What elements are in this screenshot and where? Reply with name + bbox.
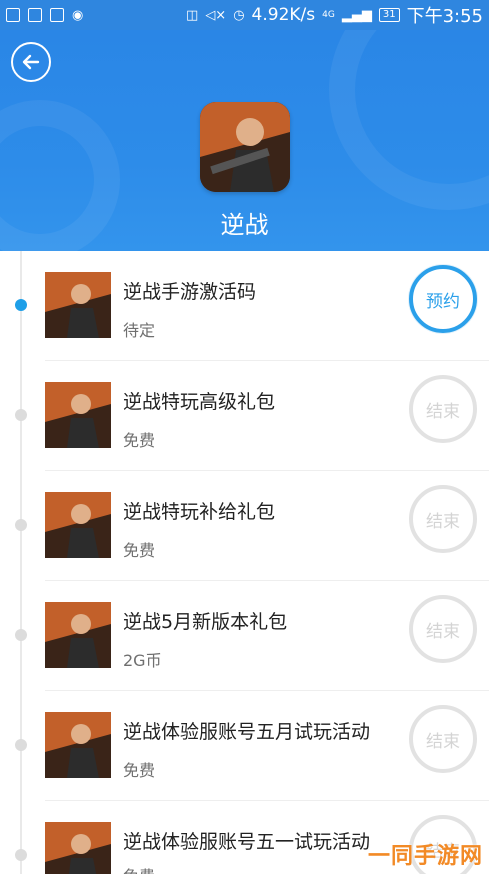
timeline-dot — [15, 739, 27, 751]
mute-icon: ◁× — [205, 7, 227, 23]
gift-title: 逆战特玩补给礼包 — [123, 501, 276, 523]
gift-title: 逆战5月新版本礼包 — [123, 611, 288, 633]
gallery-icon — [6, 8, 20, 22]
ended-button[interactable]: 结束 — [409, 485, 477, 553]
timeline-dot — [15, 409, 27, 421]
screen: ◉ ◫ ◁× ◷ 4.92K/s 4G ▂▄▆ 31 下午3:55 逆战 逆战手… — [0, 0, 489, 874]
gift-title: 逆战体验服账号五一试玩活动 — [123, 831, 371, 853]
arrow-left-icon — [22, 54, 40, 70]
timeline-dot — [15, 849, 27, 861]
ended-button[interactable]: 结束 — [409, 375, 477, 443]
game-header: 逆战 — [0, 30, 489, 251]
list-item[interactable]: 逆战特玩高级礼包 免费 结束 — [0, 361, 489, 471]
reserve-button[interactable]: 预约 — [409, 265, 477, 333]
game-icon — [200, 102, 290, 192]
gift-list: 逆战手游激活码 待定 预约 逆战特玩高级礼包 免费 结束 逆战特玩补给礼包 免费… — [0, 251, 489, 874]
signal-icon: ▂▄▆ — [341, 7, 372, 23]
gift-subtitle: 免费 — [123, 541, 156, 560]
download-icon — [28, 8, 42, 22]
battery-indicator: 31 — [378, 8, 400, 22]
network-type: 4G — [322, 10, 335, 20]
timeline-dot — [15, 629, 27, 641]
ended-button[interactable]: 结束 — [409, 705, 477, 773]
timeline-dot — [15, 299, 27, 311]
gift-subtitle: 免费 — [123, 761, 156, 780]
back-button[interactable] — [11, 42, 51, 82]
timeline-dot — [15, 519, 27, 531]
list-item[interactable]: 逆战体验服账号五月试玩活动 免费 结束 — [0, 691, 489, 801]
network-speed: 4.92K/s — [251, 5, 316, 25]
gift-thumbnail — [45, 712, 111, 778]
status-bar: ◉ ◫ ◁× ◷ 4.92K/s 4G ▂▄▆ 31 下午3:55 — [0, 0, 489, 30]
gift-subtitle: 免费 — [123, 863, 155, 874]
list-item[interactable]: 逆战特玩补给礼包 免费 结束 — [0, 471, 489, 581]
ended-button[interactable]: 结束 — [409, 595, 477, 663]
alarm-icon: ◷ — [233, 7, 245, 23]
list-item[interactable]: 逆战手游激活码 待定 预约 — [0, 251, 489, 361]
gift-title: 逆战特玩高级礼包 — [123, 391, 276, 413]
gift-title: 逆战手游激活码 — [123, 281, 257, 303]
grid-icon — [50, 8, 64, 22]
gift-subtitle: 2G币 — [123, 651, 162, 670]
vibrate-icon: ◫ — [186, 7, 199, 23]
gift-thumbnail — [45, 272, 111, 338]
record-icon: ◉ — [72, 7, 84, 23]
gift-subtitle: 待定 — [123, 321, 156, 340]
header-decoration — [329, 30, 489, 210]
game-title: 逆战 — [220, 211, 269, 239]
gift-title: 逆战体验服账号五月试玩活动 — [123, 721, 371, 743]
gift-thumbnail — [45, 602, 111, 668]
gift-subtitle: 免费 — [123, 431, 156, 450]
watermark: 一同手游网 — [367, 844, 483, 869]
clock: 下午3:55 — [406, 6, 483, 27]
gift-thumbnail — [45, 492, 111, 558]
list-item[interactable]: 逆战5月新版本礼包 2G币 结束 — [0, 581, 489, 691]
gift-thumbnail — [45, 382, 111, 448]
gift-thumbnail — [45, 822, 111, 874]
